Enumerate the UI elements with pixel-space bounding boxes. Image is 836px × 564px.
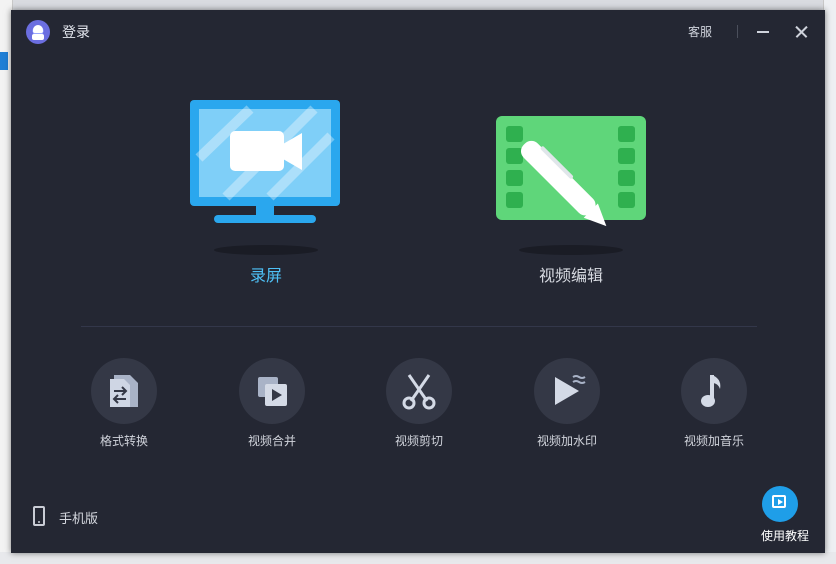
- tool-video-watermark[interactable]: 视频加水印: [517, 358, 617, 454]
- tool-video-music[interactable]: 视频加音乐: [664, 358, 764, 454]
- video-merge-icon: [239, 358, 305, 424]
- scissors-icon: [386, 358, 452, 424]
- monitor-camera-icon: [190, 100, 340, 255]
- music-note-icon: [681, 358, 747, 424]
- mobile-version-label: 手机版: [59, 512, 99, 527]
- title-bar: 登录 客服: [11, 10, 825, 54]
- tutorial-label: 使用教程: [760, 529, 809, 543]
- tool-video-cut[interactable]: 视频剪切: [369, 358, 469, 454]
- play-tutorial-icon: [762, 486, 798, 522]
- customer-service-link[interactable]: 客服: [688, 23, 712, 40]
- tool-format-convert[interactable]: 格式转换: [74, 358, 174, 454]
- titlebar-separator: [737, 25, 738, 38]
- close-button[interactable]: [791, 22, 811, 42]
- tool-video-merge[interactable]: 视频合并: [222, 358, 322, 454]
- screen-record-label: 录屏: [249, 266, 282, 285]
- tool-format-convert-label: 格式转换: [99, 434, 148, 448]
- screen-record-button[interactable]: 录屏: [186, 98, 346, 288]
- video-edit-label: 视频编辑: [538, 266, 603, 285]
- user-avatar-icon[interactable]: [26, 20, 50, 44]
- tool-video-music-label: 视频加音乐: [683, 434, 744, 448]
- phone-icon: [33, 506, 45, 526]
- video-edit-button[interactable]: 视频编辑: [491, 98, 651, 288]
- login-link[interactable]: 登录: [62, 22, 90, 42]
- tool-video-cut-label: 视频剪切: [394, 434, 443, 448]
- section-divider: [81, 326, 757, 327]
- tool-video-watermark-label: 视频加水印: [536, 434, 597, 448]
- background-taskbar-strip: [0, 552, 836, 564]
- app-window: 登录 客服 录屏 视频编辑 格式转换 视频合并 视频剪切 视频加水印 视频加音乐…: [11, 10, 825, 553]
- format-convert-icon: [91, 358, 157, 424]
- background-blue-strip: [0, 52, 8, 70]
- film-pen-icon: [496, 116, 646, 255]
- tutorial-button[interactable]: 使用教程: [753, 486, 817, 548]
- minimize-button[interactable]: [753, 22, 773, 42]
- tool-video-merge-label: 视频合并: [247, 434, 296, 448]
- watermark-icon: [534, 358, 600, 424]
